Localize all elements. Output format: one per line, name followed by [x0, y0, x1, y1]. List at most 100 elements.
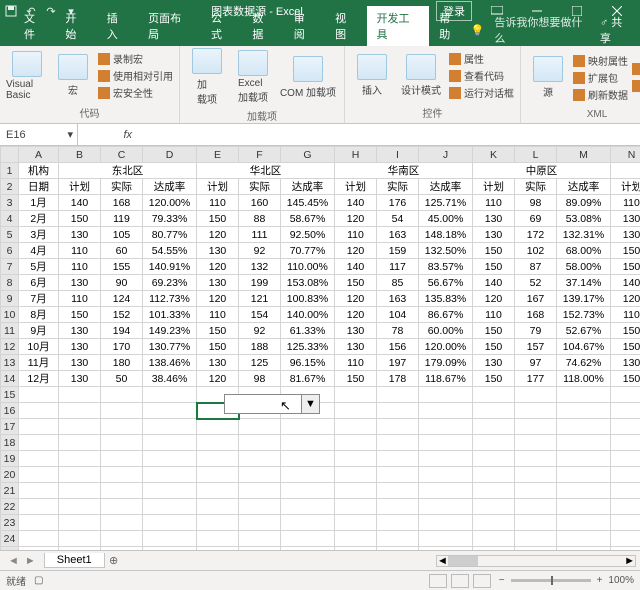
- xml-import-button[interactable]: 导入: [632, 62, 640, 77]
- cell[interactable]: 达成率: [419, 179, 473, 195]
- cell[interactable]: [281, 547, 335, 551]
- cell[interactable]: 3月: [19, 227, 59, 243]
- cell[interactable]: 60.00%: [419, 323, 473, 339]
- cell[interactable]: 110: [335, 355, 377, 371]
- cell[interactable]: [419, 499, 473, 515]
- cell[interactable]: 145.45%: [281, 195, 335, 211]
- cell[interactable]: 150: [611, 259, 640, 275]
- cell[interactable]: 6月: [19, 275, 59, 291]
- tab-help[interactable]: 帮助: [429, 6, 470, 46]
- cell[interactable]: [59, 403, 101, 419]
- cell[interactable]: [335, 435, 377, 451]
- cell[interactable]: 华南区: [335, 163, 473, 179]
- row-header[interactable]: 24: [1, 531, 19, 547]
- row-header[interactable]: 10: [1, 307, 19, 323]
- row-header[interactable]: 5: [1, 227, 19, 243]
- cell[interactable]: 110: [335, 227, 377, 243]
- row-header[interactable]: 23: [1, 515, 19, 531]
- cell[interactable]: [515, 531, 557, 547]
- cell[interactable]: 86.67%: [419, 307, 473, 323]
- cell[interactable]: 125.33%: [281, 339, 335, 355]
- cell[interactable]: 58.00%: [557, 259, 611, 275]
- cell[interactable]: [101, 387, 143, 403]
- cell[interactable]: 172: [515, 227, 557, 243]
- cell[interactable]: 153.08%: [281, 275, 335, 291]
- cell[interactable]: [239, 499, 281, 515]
- cell[interactable]: 140.00%: [281, 307, 335, 323]
- cell[interactable]: 实际: [239, 179, 281, 195]
- cell[interactable]: 120: [473, 291, 515, 307]
- cell[interactable]: 38.46%: [143, 371, 197, 387]
- cell[interactable]: 101.33%: [143, 307, 197, 323]
- row-header[interactable]: 1: [1, 163, 19, 179]
- tell-me-icon[interactable]: 💡: [471, 24, 485, 37]
- cell[interactable]: [611, 515, 640, 531]
- cell[interactable]: [143, 467, 197, 483]
- cell[interactable]: [557, 403, 611, 419]
- cell[interactable]: [143, 419, 197, 435]
- cell[interactable]: [611, 483, 640, 499]
- cell[interactable]: [611, 403, 640, 419]
- cell[interactable]: [101, 547, 143, 551]
- insert-control-button[interactable]: 插入: [351, 54, 393, 97]
- cell[interactable]: 52.67%: [557, 323, 611, 339]
- cell[interactable]: 130: [611, 355, 640, 371]
- cell[interactable]: 159: [377, 243, 419, 259]
- cell[interactable]: 110: [197, 307, 239, 323]
- cell[interactable]: [101, 419, 143, 435]
- cell[interactable]: 79.33%: [143, 211, 197, 227]
- cell[interactable]: 150: [473, 339, 515, 355]
- cell[interactable]: [611, 451, 640, 467]
- properties-button[interactable]: 属性: [449, 51, 514, 66]
- cell[interactable]: [377, 547, 419, 551]
- cell[interactable]: [335, 467, 377, 483]
- cell[interactable]: [19, 515, 59, 531]
- cell[interactable]: 50: [101, 371, 143, 387]
- cell[interactable]: [59, 435, 101, 451]
- cell[interactable]: 88: [239, 211, 281, 227]
- cell[interactable]: 60: [101, 243, 143, 259]
- cell[interactable]: [143, 451, 197, 467]
- cell[interactable]: 150: [197, 339, 239, 355]
- cell[interactable]: [59, 451, 101, 467]
- cell[interactable]: 45.00%: [419, 211, 473, 227]
- cell[interactable]: [515, 515, 557, 531]
- cell[interactable]: [611, 467, 640, 483]
- cell[interactable]: 105: [101, 227, 143, 243]
- cell[interactable]: [239, 483, 281, 499]
- share-button[interactable]: ♂ 共享: [600, 14, 632, 46]
- cell[interactable]: [377, 531, 419, 547]
- cell[interactable]: [143, 403, 197, 419]
- cell[interactable]: [335, 547, 377, 551]
- cell[interactable]: 达成率: [557, 179, 611, 195]
- tell-me-input[interactable]: 告诉我你想要做什么: [494, 14, 590, 46]
- normal-view-icon[interactable]: [429, 574, 447, 588]
- cell[interactable]: 140: [473, 275, 515, 291]
- cell[interactable]: 150: [197, 323, 239, 339]
- scroll-right-icon[interactable]: ►: [624, 555, 635, 567]
- cell[interactable]: 110: [59, 243, 101, 259]
- row-header[interactable]: 8: [1, 275, 19, 291]
- cell[interactable]: [557, 515, 611, 531]
- cell[interactable]: [59, 387, 101, 403]
- cell[interactable]: 120: [335, 243, 377, 259]
- cell[interactable]: 东北区: [59, 163, 197, 179]
- cell[interactable]: [101, 515, 143, 531]
- com-addins-button[interactable]: COM 加载项: [278, 56, 338, 99]
- page-break-view-icon[interactable]: [473, 574, 491, 588]
- tab-developer[interactable]: 开发工具: [367, 6, 430, 46]
- cell[interactable]: 163: [377, 227, 419, 243]
- cell[interactable]: 155: [101, 259, 143, 275]
- cell[interactable]: 120: [197, 291, 239, 307]
- cell[interactable]: 104.67%: [557, 339, 611, 355]
- cell[interactable]: 实际: [101, 179, 143, 195]
- cell[interactable]: 112.73%: [143, 291, 197, 307]
- row-header[interactable]: 2: [1, 179, 19, 195]
- cell[interactable]: 53.08%: [557, 211, 611, 227]
- cell[interactable]: [515, 403, 557, 419]
- cell[interactable]: 96.15%: [281, 355, 335, 371]
- cell[interactable]: 69: [515, 211, 557, 227]
- select-all-corner[interactable]: [1, 147, 19, 163]
- cell[interactable]: [611, 435, 640, 451]
- column-headers[interactable]: ABCD EFGH IJKL MN: [1, 147, 640, 163]
